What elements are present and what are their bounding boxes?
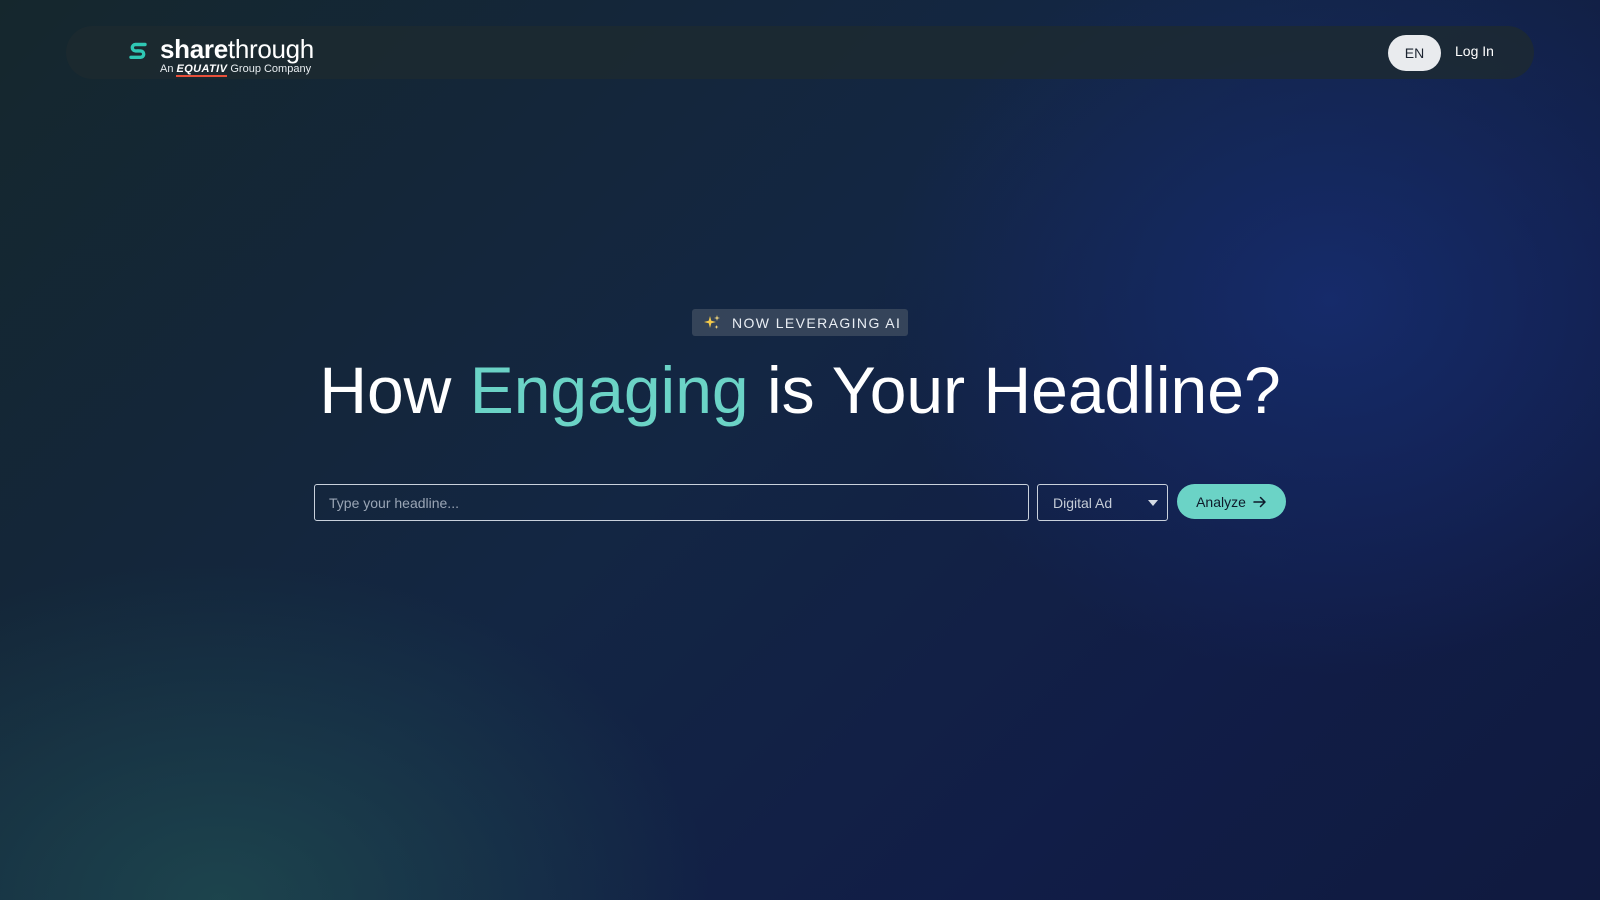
ai-badge: NOW LEVERAGING AI [692,309,908,336]
analyze-label: Analyze [1196,493,1246,510]
headline-input[interactable] [314,484,1029,521]
title-accent: Engaging [469,353,749,427]
brand-name-light: through [227,34,314,64]
arrow-right-icon [1253,496,1266,507]
sparkles-icon [704,314,720,329]
brand-wordmark: sharethrough [160,34,314,64]
brand-name-bold: share [160,34,228,64]
top-navbar: sharethrough An EQUATIV Group Company EN L… [66,26,1534,79]
language-button[interactable]: EN [1388,35,1441,71]
login-link[interactable]: Log In [1455,43,1494,63]
badge-text: NOW LEVERAGING AI [732,314,902,331]
brand-tagline: An EQUATIV Group Company [160,63,312,77]
analyze-button[interactable]: Analyze [1177,484,1286,519]
tagline-suffix: Group Company [230,63,312,75]
sharethrough-s-icon [129,42,147,59]
content-type-value: Digital Ad [1053,494,1113,511]
content-type-select[interactable]: Digital Ad [1037,484,1168,521]
title-part-1: How [319,353,470,427]
chevron-down-icon [1148,500,1158,506]
equativ-wordmark: EQUATIV [176,63,228,77]
tagline-prefix: An [160,63,174,75]
page-title: How Engaging is Your Headline? [0,350,1600,430]
title-part-2: is Your Headline? [748,353,1281,427]
sharethrough-logo[interactable]: sharethrough An EQUATIV Group Company [126,32,326,77]
